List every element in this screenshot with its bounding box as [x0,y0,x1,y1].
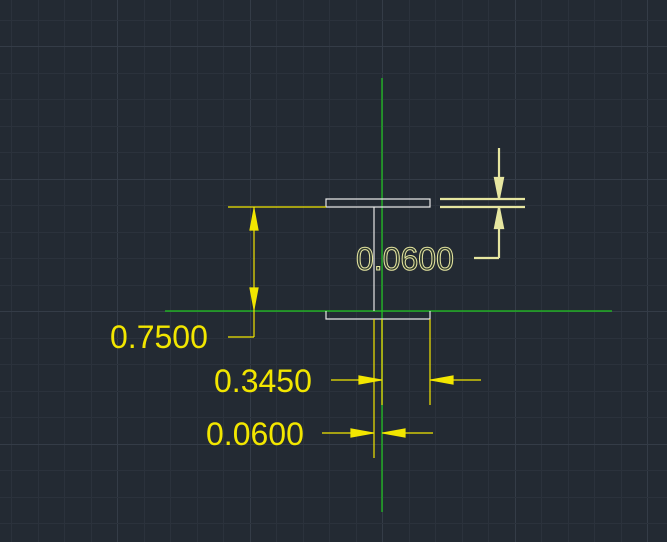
web-thickness-dimension-text[interactable]: 0.0600 [206,416,304,452]
arrow-left-icon [430,375,454,385]
flange-thickness-dimension[interactable]: 0.0600 [356,148,525,278]
drawing-grid [0,0,667,542]
height-dimension-text[interactable]: 0.7500 [110,319,208,355]
arrow-down-icon [249,287,259,310]
arrow-right-icon [358,375,382,385]
flange-width-dimension-text[interactable]: 0.3450 [214,363,312,399]
cad-drawing-canvas[interactable]: 0.7500 0.3450 0.0600 0.0600 [0,0,667,542]
flange-thickness-dimension-text[interactable]: 0.0600 [356,241,455,278]
arrow-down-icon [493,176,505,199]
height-dimension[interactable]: 0.7500 [110,206,326,355]
bottom-flange-outline[interactable] [325,311,431,320]
arrow-up-icon [249,208,259,231]
arrow-up-icon [493,207,505,230]
arrow-right-icon [350,428,374,438]
arrow-left-icon [382,428,406,438]
